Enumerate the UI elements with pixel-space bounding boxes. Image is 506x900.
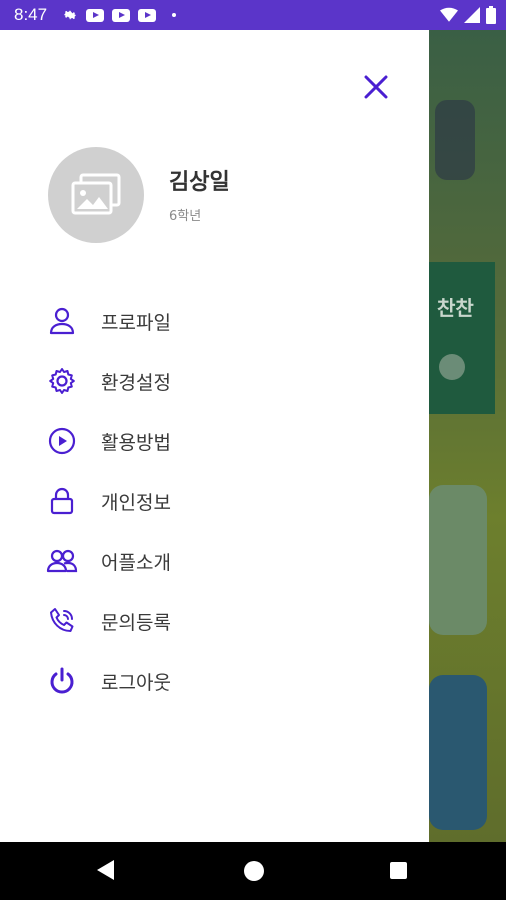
user-grade: 6학년 [169, 209, 202, 224]
menu-item-privacy[interactable]: 개인정보 [40, 476, 380, 526]
play-circle-icon [40, 419, 84, 463]
signal-icon [464, 7, 480, 23]
image-placeholder-icon [71, 173, 121, 215]
system-icons [440, 6, 496, 24]
dot-icon [172, 13, 176, 17]
battery-icon [486, 6, 496, 24]
phone-icon [40, 599, 84, 643]
navigation-drawer: 김상일 6학년 프로파일 환경설정 활용방법 개인정보 어플소개 문의등록 로그… [0, 30, 429, 842]
menu-label: 로그아웃 [101, 671, 171, 694]
back-button[interactable] [97, 860, 115, 884]
recent-apps-button[interactable] [390, 862, 407, 879]
power-icon [40, 659, 84, 703]
menu-label: 문의등록 [101, 611, 171, 634]
menu-item-how-to-use[interactable]: 활용방법 [40, 416, 380, 466]
menu-item-settings[interactable]: 환경설정 [40, 356, 380, 406]
background-card-title: 찬찬 [437, 296, 474, 320]
close-button[interactable] [359, 70, 393, 104]
gear-icon [40, 359, 84, 403]
gear-icon [64, 10, 76, 20]
background-card [429, 675, 487, 830]
notification-icons [62, 7, 176, 23]
close-icon [364, 75, 388, 99]
home-button[interactable] [244, 861, 264, 881]
status-bar: 8:47 [0, 0, 506, 30]
background-logo [435, 100, 475, 180]
menu-label: 프로파일 [101, 311, 171, 334]
youtube-icon [112, 8, 130, 22]
menu-label: 개인정보 [101, 491, 171, 514]
menu-label: 활용방법 [101, 431, 171, 454]
background-app-content: 찬찬 [429, 30, 506, 842]
users-icon [40, 539, 84, 583]
user-name: 김상일 [169, 170, 230, 195]
menu-item-logout[interactable]: 로그아웃 [40, 656, 380, 706]
lock-icon [40, 479, 84, 523]
menu-label: 어플소개 [101, 551, 171, 574]
menu-label: 환경설정 [101, 371, 171, 394]
avatar[interactable] [48, 147, 144, 243]
play-icon [439, 354, 465, 380]
menu-item-app-intro[interactable]: 어플소개 [40, 536, 380, 586]
menu-item-profile[interactable]: 프로파일 [40, 296, 380, 346]
youtube-icon [138, 8, 156, 22]
background-card: 찬찬 [429, 262, 495, 414]
youtube-icon [86, 8, 104, 22]
wifi-icon [440, 7, 458, 22]
back-icon [97, 860, 114, 880]
navigation-bar [0, 842, 506, 900]
person-icon [40, 299, 84, 343]
status-time: 8:47 [14, 5, 48, 24]
background-card [429, 485, 487, 635]
menu-item-inquiry[interactable]: 문의등록 [40, 596, 380, 646]
